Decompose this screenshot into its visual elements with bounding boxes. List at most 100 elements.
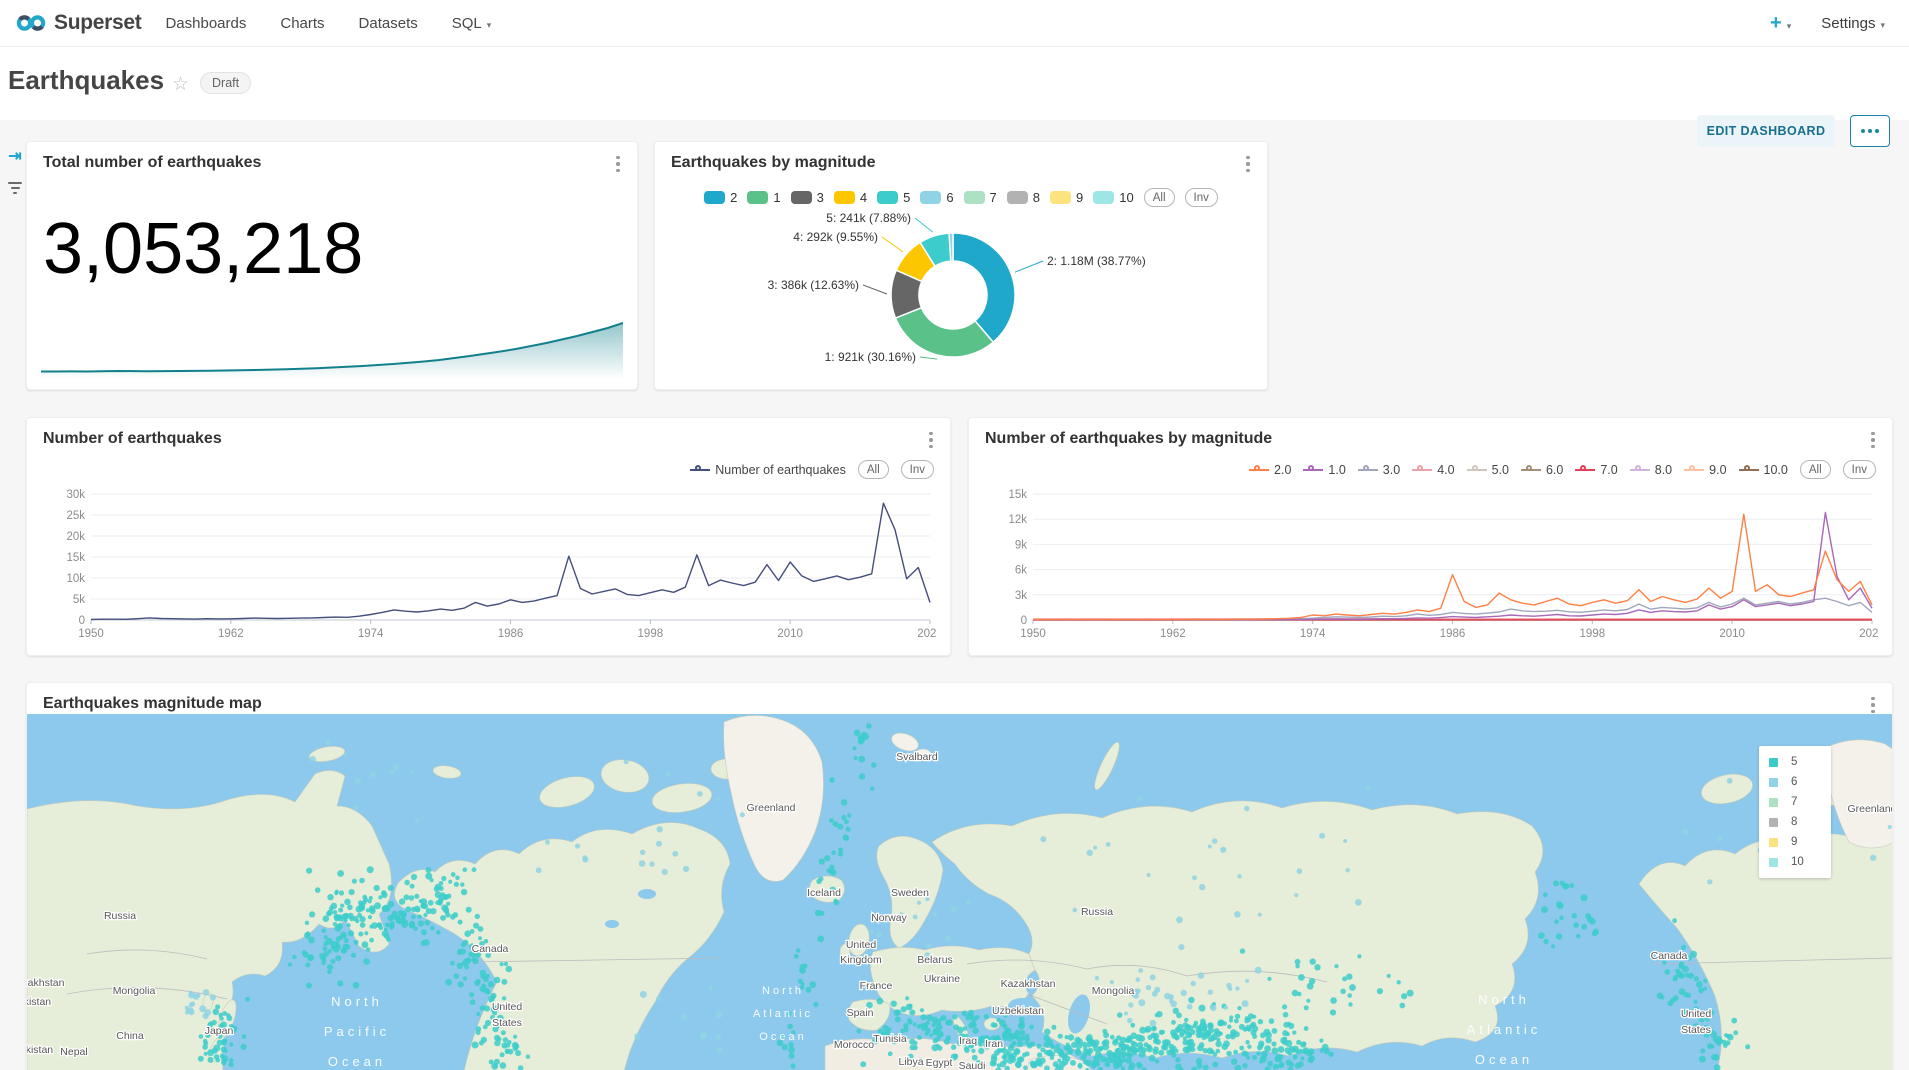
legend-item-3[interactable]: 3	[791, 190, 824, 205]
chart-menu-icon[interactable]	[1864, 430, 1882, 450]
legend-square	[1769, 858, 1778, 867]
all-button[interactable]: All	[858, 460, 889, 479]
legend-chip	[964, 191, 985, 204]
pie-slice-2	[953, 233, 1015, 342]
map-label-pakistan: Pakistan	[27, 996, 51, 1008]
svg-text:12k: 12k	[1008, 514, 1027, 526]
edit-dashboard-button[interactable]: EDIT DASHBOARD	[1697, 115, 1835, 147]
map-label-libya: Libya	[898, 1056, 923, 1068]
svg-text:2010: 2010	[1719, 628, 1745, 640]
settings-menu[interactable]: Settings▾	[1821, 15, 1885, 32]
map-label-russia: Russia	[104, 910, 136, 922]
favorite-star-icon[interactable]: ☆	[172, 73, 189, 96]
legend-item-8[interactable]: 8	[1007, 190, 1040, 205]
svg-text:30k: 30k	[66, 489, 85, 501]
svg-text:1998: 1998	[638, 628, 664, 640]
legend-item-7.0[interactable]: 7.0	[1575, 463, 1617, 477]
map-label-egypt: Egypt	[926, 1057, 953, 1069]
legend-item-5.0[interactable]: 5.0	[1467, 463, 1509, 477]
map-label-spain: Spain	[847, 1007, 874, 1019]
map-canvas: RussiaMongoliaChinaJapanKazakhstanPakist…	[27, 714, 1892, 1070]
map-legend-item-7[interactable]: 7	[1769, 796, 1821, 808]
legend-item-4.0[interactable]: 4.0	[1412, 463, 1454, 477]
line-chart[interactable]: 05k10k15k20k25k30k1950196219741986199820…	[43, 484, 936, 647]
legend-item-2[interactable]: 2	[704, 190, 737, 205]
map-legend-item-6[interactable]: 6	[1769, 776, 1821, 788]
legend-item-6[interactable]: 6	[920, 190, 953, 205]
map-legend-item-10[interactable]: 10	[1769, 856, 1821, 868]
series-2.0	[1033, 514, 1872, 620]
map-legend-item-5[interactable]: 5	[1769, 756, 1821, 768]
superset-logo[interactable]: Superset	[16, 11, 141, 35]
trend-sparkline	[41, 317, 623, 379]
map-label-canada: Canada	[472, 943, 509, 955]
legend-item-10.0[interactable]: 10.0	[1739, 463, 1788, 477]
legend-item-4[interactable]: 4	[834, 190, 867, 205]
inv-button[interactable]: Inv	[1185, 188, 1218, 207]
ocean-label: North	[762, 985, 804, 997]
more-options-button[interactable]	[1850, 115, 1890, 147]
ocean-label: Ocean	[759, 1031, 806, 1043]
inv-button[interactable]: Inv	[1843, 460, 1876, 479]
ocean-label: North	[331, 994, 383, 1009]
line-chart[interactable]: 03k6k9k12k15k195019621974198619982010202…	[985, 484, 1878, 647]
world-map[interactable]: RussiaMongoliaChinaJapanKazakhstanPakist…	[27, 714, 1892, 1070]
svg-text:3k: 3k	[1015, 590, 1027, 602]
all-button[interactable]: All	[1144, 188, 1175, 207]
chevron-down-icon: ▾	[1880, 20, 1885, 30]
legend-item-2.0[interactable]: 2.0	[1249, 463, 1291, 477]
chart-menu-icon[interactable]	[1239, 154, 1257, 174]
inv-button[interactable]: Inv	[901, 460, 934, 479]
svg-text:25k: 25k	[66, 510, 85, 522]
nav-sql[interactable]: SQL▾	[452, 15, 492, 32]
svg-text:1986: 1986	[498, 628, 524, 640]
filter-icon[interactable]	[8, 182, 22, 194]
expand-filter-bar-icon[interactable]: ⇥	[8, 146, 21, 166]
legend-item-10[interactable]: 10	[1093, 190, 1133, 205]
ocean-label: Atlantic	[1467, 1022, 1542, 1037]
map-label-russia: Russia	[1081, 906, 1113, 918]
legend-square	[1769, 798, 1778, 807]
line-chart-legend: Number of earthquakes All Inv	[690, 460, 934, 479]
map-label-tunisia: Tunisia	[873, 1033, 907, 1045]
legend-item-1[interactable]: 1	[747, 190, 780, 205]
legend-item-9[interactable]: 9	[1050, 190, 1083, 205]
map-label-canada: Canada	[1651, 950, 1688, 962]
svg-text:0: 0	[79, 615, 85, 627]
chart-menu-icon[interactable]	[922, 430, 940, 450]
legend-item-Number of earthquakes[interactable]: Number of earthquakes	[690, 463, 846, 477]
legend-item-1.0[interactable]: 1.0	[1303, 463, 1345, 477]
map-legend-item-8[interactable]: 8	[1769, 816, 1821, 828]
legend-item-7[interactable]: 7	[964, 190, 997, 205]
legend-square	[1769, 838, 1778, 847]
all-button[interactable]: All	[1800, 460, 1831, 479]
chevron-down-icon: ▾	[1787, 21, 1792, 31]
svg-text:1974: 1974	[358, 628, 384, 640]
legend-item-9.0[interactable]: 9.0	[1684, 463, 1726, 477]
donut-chart[interactable]: 2: 1.18M (38.77%)1: 921k (30.16%)3: 386k…	[655, 211, 1269, 389]
legend-item-3.0[interactable]: 3.0	[1358, 463, 1400, 477]
legend-item-8.0[interactable]: 8.0	[1630, 463, 1672, 477]
legend-chip	[834, 191, 855, 204]
legend-chip	[1093, 191, 1114, 204]
map-label-mongolia: Mongolia	[113, 985, 156, 997]
legend-item-5[interactable]: 5	[877, 190, 910, 205]
legend-chip	[704, 191, 725, 204]
svg-text:1950: 1950	[1020, 628, 1046, 640]
chart-menu-icon[interactable]	[1864, 695, 1882, 715]
nav-charts[interactable]: Charts	[280, 15, 324, 32]
line-chart-legend: 2.0 1.0 3.0 4.0 5.0 6.0 7.0 8.0 9.0 10.0 All Inv	[1249, 460, 1876, 479]
nav-dashboards[interactable]: Dashboards	[165, 15, 246, 32]
chart-menu-icon[interactable]	[609, 154, 627, 174]
map-label-kazakhstan: Kazakhstan	[1001, 978, 1056, 990]
svg-text:1950: 1950	[78, 628, 104, 640]
new-item-button[interactable]: +▾	[1770, 13, 1791, 34]
map-label-united: United	[492, 1001, 523, 1013]
legend-chip	[791, 191, 812, 204]
draft-badge: Draft	[200, 72, 251, 94]
map-label-kazakhstan: Kazakhstan	[27, 977, 65, 989]
nav-datasets[interactable]: Datasets	[359, 15, 418, 32]
legend-item-6.0[interactable]: 6.0	[1521, 463, 1563, 477]
map-legend-item-9[interactable]: 9	[1769, 836, 1821, 848]
svg-text:9k: 9k	[1015, 539, 1027, 551]
